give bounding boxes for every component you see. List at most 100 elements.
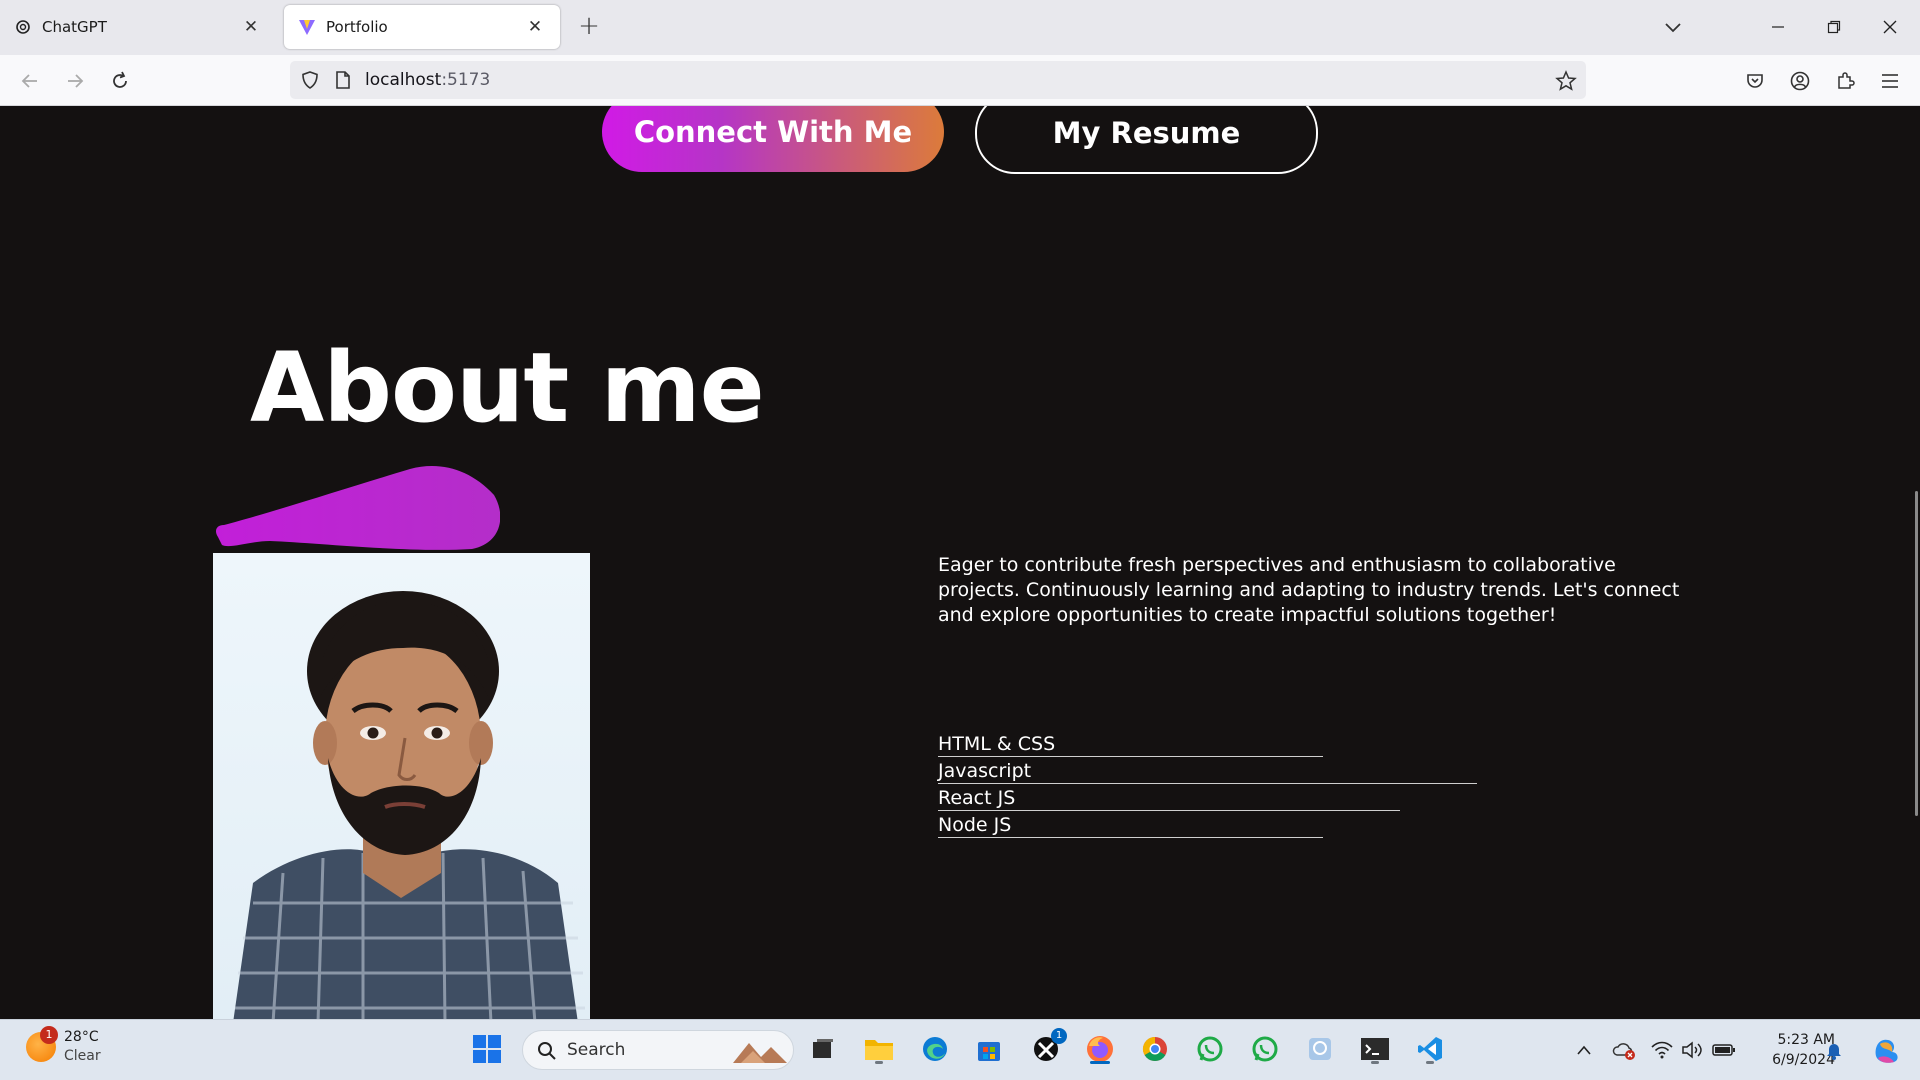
windows-logo-icon [473, 1035, 501, 1063]
whatsapp-icon [1252, 1036, 1278, 1062]
cloud-error-icon [1612, 1043, 1635, 1060]
about-bio-text: Eager to contribute fresh perspectives a… [938, 554, 1680, 626]
skill-bar [938, 837, 1323, 838]
terminal-icon [1361, 1038, 1389, 1060]
connect-with-me-button[interactable]: Connect With Me [602, 106, 944, 172]
whatsapp-beta-button[interactable] [1248, 1032, 1282, 1066]
close-tab-icon[interactable]: ✕ [240, 17, 262, 37]
xbox-button[interactable]: 1 [1029, 1028, 1067, 1066]
profile-photo [213, 553, 590, 1019]
whatsapp-icon [1197, 1036, 1223, 1062]
photos-icon [1309, 1038, 1331, 1060]
forward-arrow-icon [68, 74, 84, 88]
reload-button[interactable] [104, 65, 136, 97]
store-icon [978, 1042, 1000, 1061]
browser-tab-bar: ChatGPT ✕ Portfolio ✕ + [0, 0, 1920, 55]
account-icon [1790, 71, 1810, 91]
skills-list: HTML & CSS Javascript React JS Node JS [938, 729, 1538, 838]
skill-item: React JS [938, 783, 1538, 811]
hamburger-menu-icon [1882, 74, 1898, 88]
page-info-icon[interactable] [334, 70, 352, 94]
windows-taskbar: 1 28°C Clear Search 1 5:23 AM 6/9/2024 [0, 1019, 1920, 1080]
vscode-button[interactable] [1413, 1032, 1447, 1066]
wifi-icon [1651, 1041, 1673, 1059]
list-all-tabs-button[interactable] [1660, 14, 1686, 40]
url-text: localhost:5173 [365, 70, 491, 90]
menu-button[interactable] [1874, 65, 1906, 97]
tab-chatgpt[interactable]: ChatGPT ✕ [0, 5, 276, 49]
pocket-icon [1747, 74, 1763, 88]
notifications-button[interactable] [1822, 1038, 1846, 1062]
taskbar-search[interactable]: Search [522, 1030, 794, 1070]
decorative-gradient-blob [216, 466, 500, 550]
minimize-button[interactable] [1760, 10, 1796, 44]
battery-status[interactable] [1712, 1038, 1736, 1062]
weather-sun-icon: 1 [26, 1026, 58, 1062]
skill-name: Javascript [938, 760, 1032, 782]
page-scrollbar[interactable] [1915, 491, 1918, 816]
restore-button[interactable] [1816, 10, 1852, 44]
whatsapp-button[interactable] [1193, 1032, 1227, 1066]
firefox-icon [1087, 1036, 1113, 1062]
bell-icon [1827, 1044, 1841, 1060]
tab-title: ChatGPT [42, 18, 107, 36]
bookmark-star-icon[interactable] [1555, 70, 1577, 96]
show-hidden-icons-button[interactable] [1572, 1038, 1596, 1062]
firefox-button[interactable] [1083, 1032, 1117, 1066]
file-explorer-button[interactable] [862, 1032, 896, 1066]
xbox-notification-badge: 1 [1051, 1028, 1067, 1044]
pocket-button[interactable] [1739, 65, 1771, 97]
skill-name: React JS [938, 787, 1016, 809]
microsoft-store-button[interactable] [972, 1032, 1006, 1066]
search-icon [537, 1041, 557, 1065]
edge-icon [923, 1037, 947, 1061]
skill-item: Javascript [938, 756, 1538, 784]
my-resume-button[interactable]: My Resume [975, 106, 1318, 174]
account-button[interactable] [1784, 65, 1816, 97]
reload-icon [113, 71, 127, 88]
tab-portfolio[interactable]: Portfolio ✕ [284, 5, 560, 49]
extensions-button[interactable] [1829, 65, 1861, 97]
skill-item: Node JS [938, 810, 1538, 838]
back-button[interactable] [14, 65, 46, 97]
new-tab-button[interactable]: + [574, 11, 604, 41]
battery-icon [1712, 1044, 1735, 1056]
copilot-button[interactable] [1868, 1032, 1904, 1068]
puzzle-icon [1838, 72, 1855, 89]
forward-button[interactable] [59, 65, 91, 97]
weather-condition: Clear [64, 1048, 101, 1064]
chrome-icon [1142, 1037, 1167, 1062]
copilot-icon [1875, 1039, 1898, 1063]
photos-button[interactable] [1303, 1032, 1337, 1066]
task-view-icon [813, 1039, 833, 1058]
portfolio-page: Connect With Me My Resume About me Eager… [0, 106, 1920, 1019]
edge-button[interactable] [918, 1032, 952, 1066]
skill-name: HTML & CSS [938, 733, 1056, 755]
close-tab-icon[interactable]: ✕ [524, 17, 546, 37]
about-me-heading: About me [250, 332, 765, 444]
weather-temperature: 28°C [64, 1029, 99, 1045]
vite-icon [298, 18, 316, 36]
notification-badge: 1 [40, 1026, 58, 1044]
weather-widget[interactable]: 1 28°C Clear [26, 1026, 101, 1066]
volume-status[interactable] [1680, 1038, 1704, 1062]
terminal-button[interactable] [1358, 1032, 1392, 1066]
chatgpt-icon [14, 18, 32, 36]
search-highlight-icon [731, 1037, 789, 1069]
skill-item: HTML & CSS [938, 729, 1538, 757]
address-bar[interactable]: localhost:5173 [290, 61, 1586, 99]
start-button[interactable] [472, 1034, 502, 1068]
vscode-icon [1418, 1037, 1442, 1061]
chrome-button[interactable] [1138, 1032, 1172, 1066]
onedrive-status[interactable] [1612, 1038, 1636, 1062]
back-arrow-icon [21, 74, 37, 88]
tab-title: Portfolio [326, 18, 388, 36]
speaker-icon [1682, 1041, 1702, 1059]
shield-icon[interactable] [300, 70, 320, 94]
folder-icon [865, 1040, 893, 1060]
search-label: Search [567, 1040, 626, 1060]
close-window-button[interactable] [1872, 10, 1908, 44]
chevron-up-icon [1577, 1045, 1591, 1055]
wifi-status[interactable] [1650, 1038, 1674, 1062]
task-view-button[interactable] [806, 1032, 840, 1066]
